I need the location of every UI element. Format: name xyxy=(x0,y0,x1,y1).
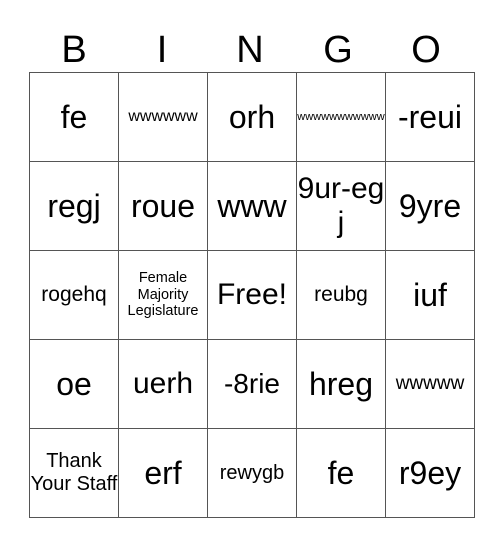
grid-row: Thank Your Staff erf rewygb fe r9ey xyxy=(29,428,475,518)
bingo-cell[interactable]: reubg xyxy=(296,250,386,340)
bingo-cell[interactable]: oe xyxy=(29,339,119,429)
bingo-cell[interactable]: wwwwwwwwwww xyxy=(296,72,386,162)
header-letter-b: B xyxy=(61,29,87,71)
bingo-cell[interactable]: roue xyxy=(118,161,208,251)
bingo-cell[interactable]: rewygb xyxy=(207,428,297,518)
bingo-cell[interactable]: rogehq xyxy=(29,250,119,340)
grid-row: regj roue www 9ur-egj 9yre xyxy=(29,161,475,251)
header-letter-i: I xyxy=(156,29,168,71)
header-letter-o: O xyxy=(411,29,441,71)
bingo-cell[interactable]: r9ey xyxy=(385,428,475,518)
header-letter-n: N xyxy=(236,29,264,71)
bingo-cell[interactable]: uerh xyxy=(118,339,208,429)
bingo-cell[interactable]: www xyxy=(207,161,297,251)
bingo-cell[interactable]: 9yre xyxy=(385,161,475,251)
bingo-cell[interactable]: 9ur-egj xyxy=(296,161,386,251)
bingo-cell[interactable]: fe xyxy=(296,428,386,518)
grid-row: rogehq Female Majority Legislature Free!… xyxy=(29,250,475,340)
bingo-header: B I N G O xyxy=(30,26,470,74)
bingo-cell[interactable]: fe xyxy=(29,72,119,162)
free-space-cell[interactable]: Free! xyxy=(207,250,297,340)
bingo-cell[interactable]: Female Majority Legislature xyxy=(118,250,208,340)
bingo-cell[interactable]: erf xyxy=(118,428,208,518)
grid-row: oe uerh -8rie hreg wwwww xyxy=(29,339,475,429)
bingo-cell[interactable]: Thank Your Staff xyxy=(29,428,119,518)
bingo-cell[interactable]: wwwww xyxy=(385,339,475,429)
bingo-cell[interactable]: iuf xyxy=(385,250,475,340)
bingo-cell[interactable]: hreg xyxy=(296,339,386,429)
cell-text: 9ur-egj xyxy=(297,171,385,240)
bingo-cell[interactable]: -8rie xyxy=(207,339,297,429)
grid-row: fe wwwwww orh wwwwwwwwwww -reui xyxy=(29,72,475,162)
bingo-cell[interactable]: wwwwww xyxy=(118,72,208,162)
bingo-cell[interactable]: -reui xyxy=(385,72,475,162)
bingo-cell[interactable]: orh xyxy=(207,72,297,162)
header-letter-g: G xyxy=(323,29,353,71)
bingo-cell[interactable]: regj xyxy=(29,161,119,251)
bingo-card-grid: fe wwwwww orh wwwwwwwwwww -reui regj rou… xyxy=(29,72,475,518)
